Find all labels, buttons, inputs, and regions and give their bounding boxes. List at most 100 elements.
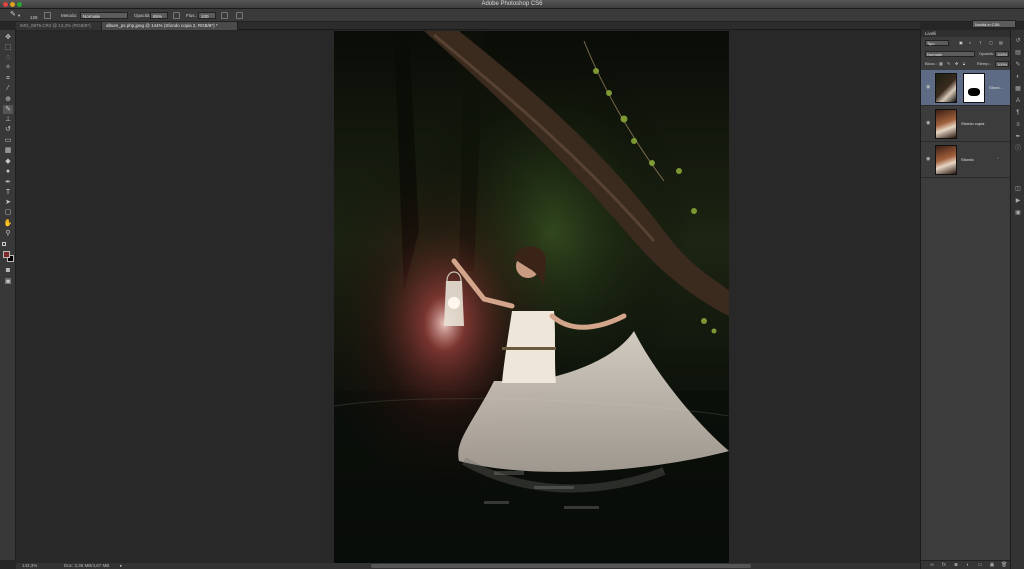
- layer-filter-row: Tipo ▣ ◐ T ▢ ▤: [923, 39, 1009, 47]
- document-canvas[interactable]: [334, 31, 729, 563]
- lock-paint-icon[interactable]: ✎: [947, 60, 950, 68]
- filter-smart-icon[interactable]: ▤: [999, 39, 1003, 47]
- eraser-tool-icon[interactable]: ▭: [3, 136, 13, 145]
- tool-preset-chevron-down-icon[interactable]: ▾: [18, 12, 20, 19]
- layer-style-icon[interactable]: fx: [941, 562, 947, 568]
- layer-mask-thumbnail[interactable]: [963, 73, 985, 103]
- status-arrow-icon[interactable]: ▸: [120, 563, 122, 569]
- quick-select-tool-icon[interactable]: ✧: [3, 63, 13, 72]
- layer-filter-select[interactable]: Tipo: [925, 40, 949, 46]
- zoom-readout[interactable]: 143,3%: [22, 563, 37, 569]
- history-panel-icon[interactable]: ↺: [1014, 38, 1022, 45]
- flow-field[interactable]: 100: [198, 12, 216, 19]
- lock-pixels-icon[interactable]: ▦: [939, 60, 943, 68]
- workspace-switcher[interactable]: Novità in CS6: [972, 20, 1016, 28]
- character-panel-icon[interactable]: A: [1014, 98, 1022, 105]
- layer-name[interactable]: Sfond...: [989, 85, 1003, 90]
- new-layer-icon[interactable]: ▣: [989, 562, 995, 568]
- lock-row: Blocc.: ▦ ✎ ✥ 🔒︎ Riemp.: 100%: [923, 60, 1009, 68]
- pressure-size-icon[interactable]: [236, 12, 243, 19]
- swatches-panel-icon[interactable]: ▦: [1014, 86, 1022, 93]
- filter-adjust-icon[interactable]: ◐: [969, 39, 971, 47]
- marquee-tool-icon[interactable]: ⬚: [3, 43, 13, 52]
- properties-panel-icon[interactable]: ▤: [1014, 50, 1022, 57]
- opacity-field[interactable]: 85%: [150, 12, 168, 19]
- actions-panel-icon[interactable]: ▶: [1014, 198, 1022, 205]
- quick-mask-icon[interactable]: ◙: [3, 266, 13, 275]
- layer-thumbnail[interactable]: [935, 109, 957, 139]
- layers-panel: Livelli Tipo ▣ ◐ T ▢ ▤ Normale Opacità: …: [920, 30, 1011, 569]
- pen-tool-icon[interactable]: ✒: [3, 178, 13, 187]
- eyedropper-tool-icon[interactable]: ⁄: [3, 84, 13, 93]
- link-layers-icon[interactable]: ∞: [929, 562, 935, 568]
- tab-img-0875[interactable]: IMG_0875.CR2 @ 13,3% (RGB/8*): [16, 22, 102, 30]
- horizontal-scrollbar[interactable]: [371, 564, 751, 568]
- visibility-eye-icon[interactable]: ◉: [926, 156, 932, 162]
- move-tool-icon[interactable]: ✥: [3, 33, 13, 42]
- paragraph-panel-icon[interactable]: ¶: [1014, 110, 1022, 117]
- airbrush-icon[interactable]: [221, 12, 228, 19]
- blur-tool-icon[interactable]: ◆: [3, 157, 13, 166]
- mode-label: Metodo:: [61, 13, 78, 18]
- layer-thumbnail[interactable]: [935, 73, 957, 103]
- blend-mode-select[interactable]: Normale: [925, 51, 975, 57]
- filter-shape-icon[interactable]: ▢: [989, 39, 993, 47]
- default-colors-icon[interactable]: [2, 242, 6, 246]
- layers-panel-footer: ∞ fx ◙ ◐ ▭ ▣ 🗑︎: [921, 560, 1011, 569]
- type-tool-icon[interactable]: T: [3, 188, 13, 197]
- foreground-color-swatch[interactable]: [3, 251, 10, 258]
- layer-row[interactable]: ◉ Sfondo ▫: [921, 142, 1011, 178]
- zoom-tool-icon[interactable]: ⚲: [3, 229, 13, 238]
- filter-type-icon[interactable]: T: [979, 39, 981, 47]
- brush-size[interactable]: 128: [30, 14, 38, 21]
- navigator-panel-icon[interactable]: ◫: [1014, 186, 1022, 193]
- layer-fill-field[interactable]: 100%: [995, 61, 1009, 67]
- path-select-tool-icon[interactable]: ➤: [3, 198, 13, 207]
- opacity-label: Opacità:: [134, 13, 151, 18]
- doc-info[interactable]: Doc: 2,36 MB/4,67 MB: [64, 563, 109, 569]
- screen-mode-icon[interactable]: ▣: [3, 277, 13, 286]
- brush-tool-icon[interactable]: ✎: [3, 105, 13, 114]
- layer-thumbnail[interactable]: [935, 145, 957, 175]
- paths-panel-icon[interactable]: ✒: [1014, 134, 1022, 141]
- lock-move-icon[interactable]: ✥: [955, 60, 958, 68]
- layers-panel-title[interactable]: Livelli: [921, 30, 1011, 37]
- brush-tool-icon[interactable]: ✎: [10, 11, 16, 18]
- channels-panel-icon[interactable]: ≡: [1014, 122, 1022, 129]
- lock-all-icon[interactable]: 🔒︎: [963, 60, 965, 68]
- shape-tool-icon[interactable]: ▢: [3, 208, 13, 217]
- lock-label: Blocc.:: [925, 61, 938, 66]
- history-brush-tool-icon[interactable]: ↺: [3, 125, 13, 134]
- tab-album-ps[interactable]: album_ps.php.jpeg @ 144% (Sfondo copia 2…: [102, 22, 238, 30]
- brush-panel-icon[interactable]: [44, 12, 51, 19]
- lasso-tool-icon[interactable]: ◌: [3, 53, 13, 62]
- layer-opacity-field[interactable]: 100%: [995, 51, 1009, 57]
- pressure-opacity-icon[interactable]: [173, 12, 180, 19]
- delete-layer-icon[interactable]: 🗑︎: [1001, 562, 1007, 568]
- add-mask-icon[interactable]: ◙: [953, 562, 959, 568]
- dodge-tool-icon[interactable]: ●: [3, 167, 13, 176]
- clone-stamp-tool-icon[interactable]: ⊥: [3, 115, 13, 124]
- layer-lock-icon: ▫: [997, 156, 999, 162]
- mode-select[interactable]: Normale: [80, 12, 128, 19]
- layer-name[interactable]: Sfondo copia: [961, 121, 984, 126]
- gradient-tool-icon[interactable]: ▦: [3, 146, 13, 155]
- visibility-eye-icon[interactable]: ◉: [926, 84, 932, 90]
- layer-comps-panel-icon[interactable]: ▣: [1014, 210, 1022, 217]
- visibility-eye-icon[interactable]: ◉: [926, 120, 932, 126]
- adjustment-layer-icon[interactable]: ◐: [965, 562, 971, 568]
- adjustments-panel-icon[interactable]: ◐: [1014, 74, 1022, 81]
- options-bar: ✎ ▾ 128 Metodo: Normale Opacità: 85% Flu…: [0, 9, 1024, 28]
- layer-row[interactable]: ◉ Sfond...: [921, 70, 1011, 106]
- flow-label: Flus.:: [186, 13, 198, 18]
- healing-brush-tool-icon[interactable]: ⊕: [3, 95, 13, 104]
- new-group-icon[interactable]: ▭: [977, 562, 983, 568]
- layer-name[interactable]: Sfondo: [961, 157, 974, 162]
- brush-panel-icon[interactable]: ✎: [1014, 62, 1022, 69]
- info-panel-icon[interactable]: ⓘ: [1014, 146, 1022, 153]
- photo-woman-with-lantern: [334, 31, 729, 563]
- filter-image-icon[interactable]: ▣: [959, 39, 963, 47]
- crop-tool-icon[interactable]: ⌗: [3, 74, 13, 83]
- layer-row[interactable]: ◉ Sfondo copia: [921, 106, 1011, 142]
- hand-tool-icon[interactable]: ✋: [3, 219, 13, 228]
